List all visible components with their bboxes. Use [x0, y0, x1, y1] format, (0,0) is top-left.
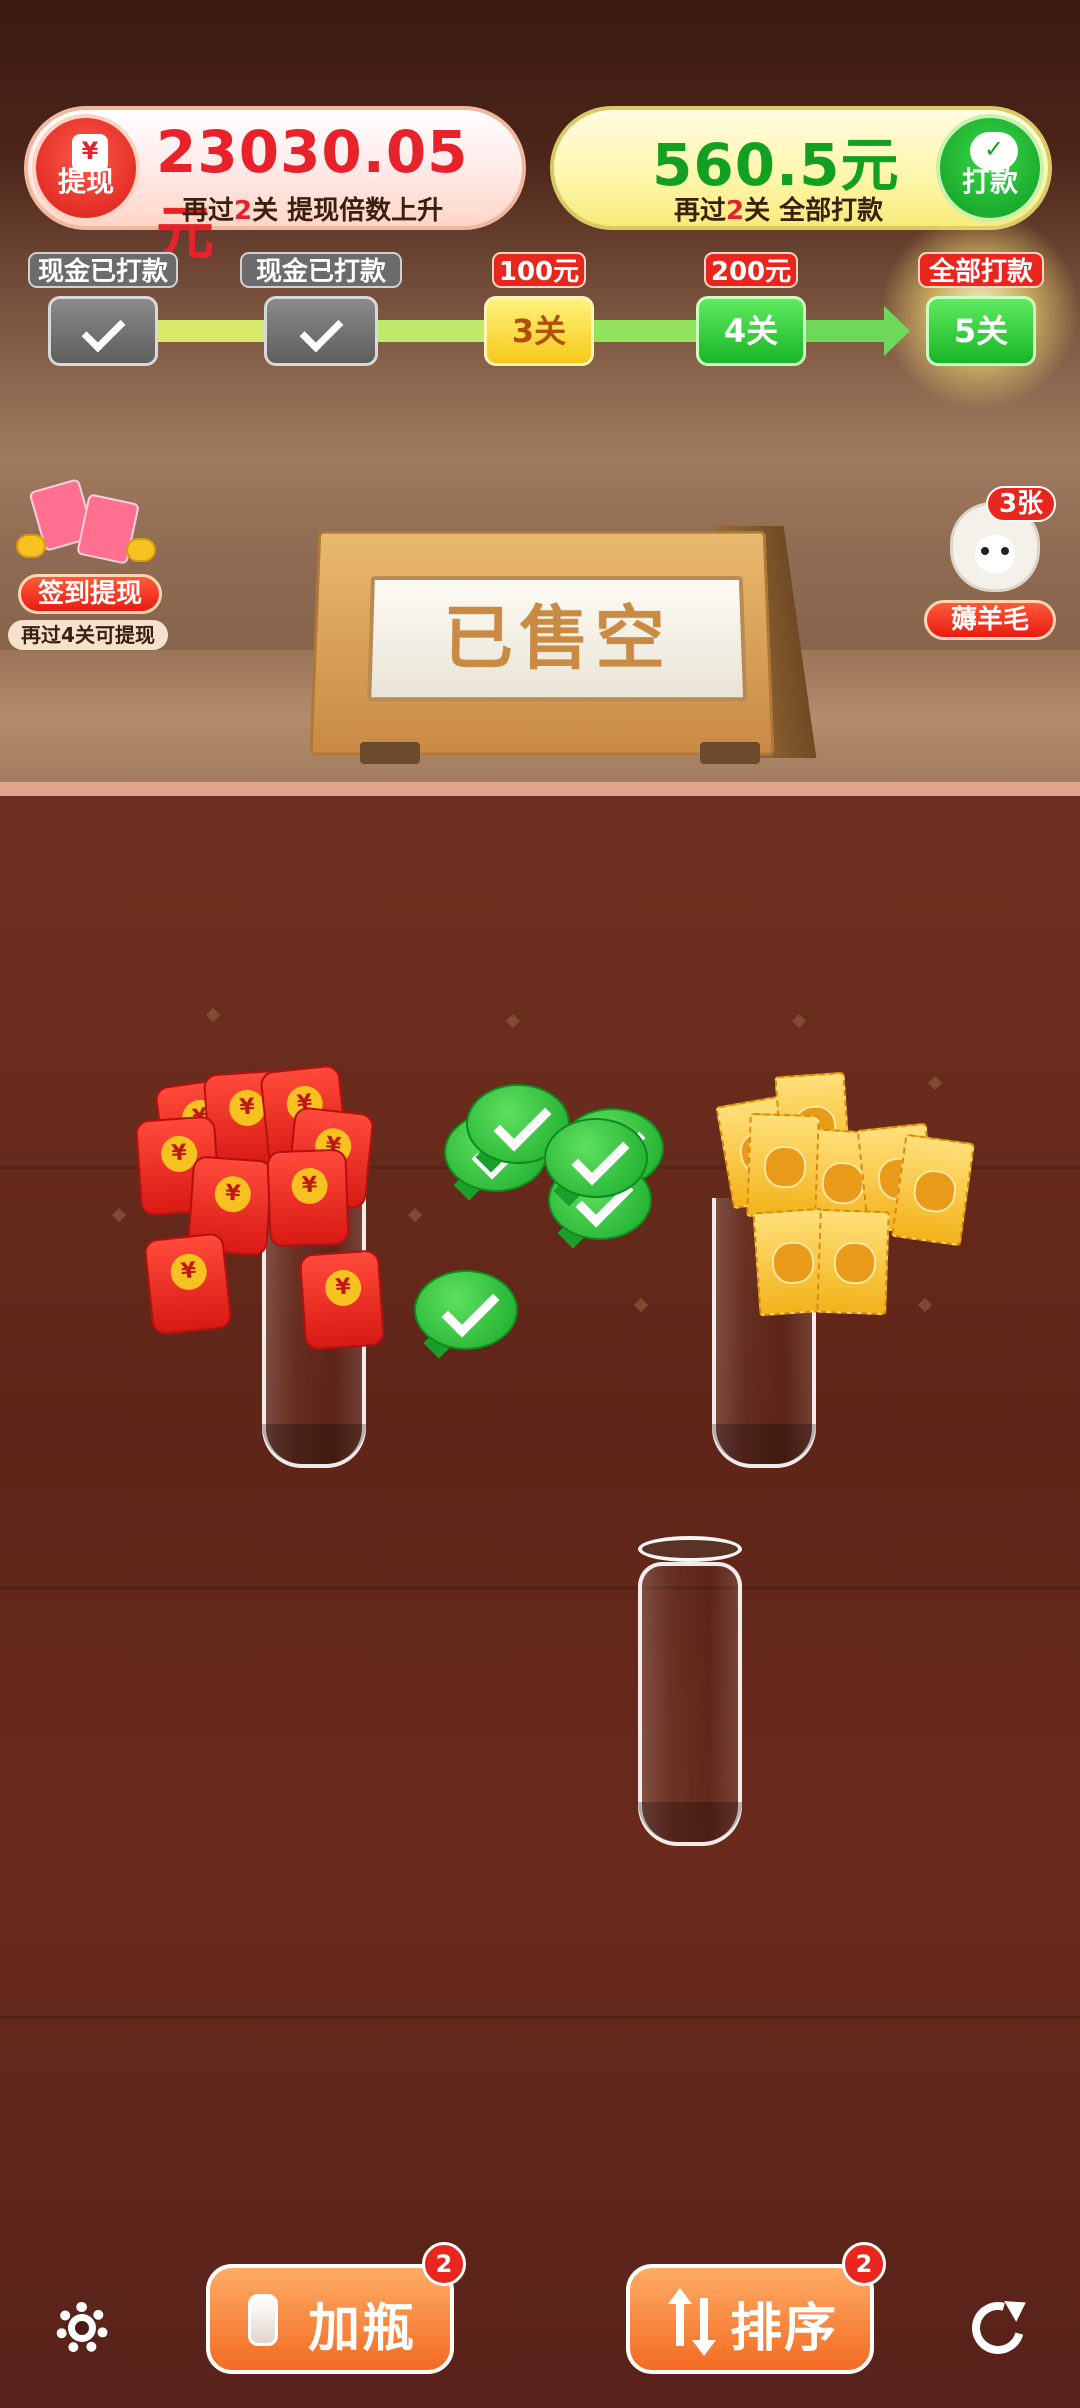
- stage-1-tag: 现金已打款: [28, 252, 178, 288]
- withdraw-subtitle: 再过2关 提现倍数上升: [182, 196, 444, 226]
- stage-5-box: 5关: [926, 296, 1036, 366]
- sort-badge: 2: [842, 2242, 886, 2286]
- coupon-icon: [746, 1112, 820, 1220]
- progress-bar-segment: [800, 320, 890, 342]
- refresh-button[interactable]: [962, 2292, 1034, 2364]
- add-bottle-label: 加瓶: [308, 2299, 417, 2359]
- withdraw-button[interactable]: ¥ 提现: [32, 114, 140, 222]
- sold-out-text: 已售空: [442, 597, 672, 680]
- stage-4-tag: 200元: [704, 252, 798, 288]
- red-envelope-pile-icon: [16, 478, 156, 570]
- stage-2-box: [264, 296, 378, 366]
- check-icon: [299, 308, 343, 353]
- progress-arrow-icon: [884, 306, 910, 356]
- signin-withdraw-widget[interactable]: 签到提现 再过4关可提现: [8, 478, 168, 650]
- coupon-icon: [816, 1208, 890, 1316]
- bottle-icon: [248, 2294, 278, 2346]
- check-icon: [81, 308, 125, 353]
- stage-3-box: 3关: [484, 296, 594, 366]
- wool-widget[interactable]: 3张 薅羊毛: [910, 486, 1080, 646]
- payout-button-label: 打款: [961, 165, 1018, 198]
- settings-button[interactable]: [50, 2296, 114, 2360]
- stage-4-box: 4关: [696, 296, 806, 366]
- wool-count-badge: 3张: [986, 486, 1056, 522]
- signin-withdraw-button[interactable]: 签到提现: [18, 574, 162, 614]
- sort-button[interactable]: 排序 2: [626, 2242, 886, 2374]
- withdraw-card[interactable]: ¥ 提现 23030.05元 再过2关 提现倍数上升: [24, 106, 526, 267]
- coupon-icon: [891, 1133, 975, 1247]
- signin-hint: 再过4关可提现: [8, 620, 168, 650]
- red-envelope-icon: ¥: [143, 1232, 233, 1336]
- progress-bar-segment: [370, 320, 500, 342]
- withdraw-button-label: 提现: [57, 165, 114, 198]
- wool-button[interactable]: 薅羊毛: [924, 600, 1056, 640]
- table-surface: [0, 796, 1080, 2408]
- payout-subtitle: 再过2关 全部打款: [674, 196, 884, 226]
- add-bottle-button[interactable]: 加瓶 2: [206, 2242, 466, 2374]
- stage-2-tag: 现金已打款: [240, 252, 402, 288]
- bottle-3[interactable]: [638, 1562, 742, 1846]
- add-bottle-badge: 2: [422, 2242, 466, 2286]
- table-divider: [0, 2016, 1080, 2019]
- wechat-bubble-icon: [414, 1270, 518, 1359]
- payout-button[interactable]: ✓ 打款: [936, 114, 1044, 222]
- stage-3-tag: 100元: [492, 252, 586, 288]
- sold-out-sign: 已售空: [300, 520, 817, 764]
- bottle-3-rim: [638, 1536, 742, 1562]
- sort-arrows-icon: [664, 2288, 720, 2356]
- sort-label: 排序: [730, 2299, 839, 2359]
- table-divider: [0, 1586, 1080, 1589]
- progress-bar-segment: [590, 320, 710, 342]
- progress-bar-segment: [150, 320, 280, 342]
- shelf-edge: [0, 782, 1080, 796]
- wechat-bubble-icon: [544, 1118, 648, 1207]
- red-envelope-icon: ¥: [298, 1249, 386, 1351]
- stage-5-tag: 全部打款: [918, 252, 1044, 288]
- red-envelope-icon: ¥: [266, 1148, 350, 1248]
- stage-1-box: [48, 296, 158, 366]
